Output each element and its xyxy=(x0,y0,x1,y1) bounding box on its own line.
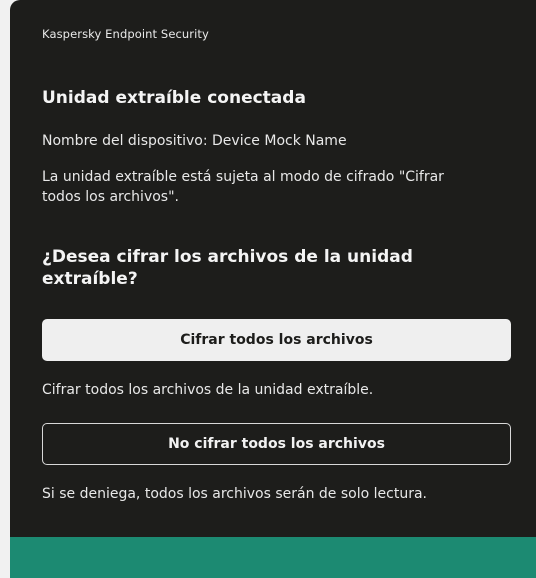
do-not-encrypt-button[interactable]: No cifrar todos los archivos xyxy=(42,423,511,465)
device-name-line: Nombre del dispositivo: Device Mock Name xyxy=(42,133,347,149)
encrypt-question: ¿Desea cifrar los archivos de la unidad … xyxy=(42,247,413,289)
encrypt-all-button[interactable]: Cifrar todos los archivos xyxy=(42,319,511,361)
dialog-heading: Unidad extraíble conectada xyxy=(42,88,306,108)
footer-accent-bar xyxy=(10,537,536,578)
notification-window: Kaspersky Endpoint Security Unidad extra… xyxy=(10,0,536,578)
encrypt-all-description: Cifrar todos los archivos de la unidad e… xyxy=(42,382,374,398)
device-name-value: Device Mock Name xyxy=(212,133,347,149)
app-title: Kaspersky Endpoint Security xyxy=(42,27,209,41)
do-not-encrypt-description: Si se deniega, todos los archivos serán … xyxy=(42,486,427,502)
device-name-label: Nombre del dispositivo: xyxy=(42,133,208,149)
encryption-mode-text: La unidad extraíble está sujeta al modo … xyxy=(42,169,444,205)
